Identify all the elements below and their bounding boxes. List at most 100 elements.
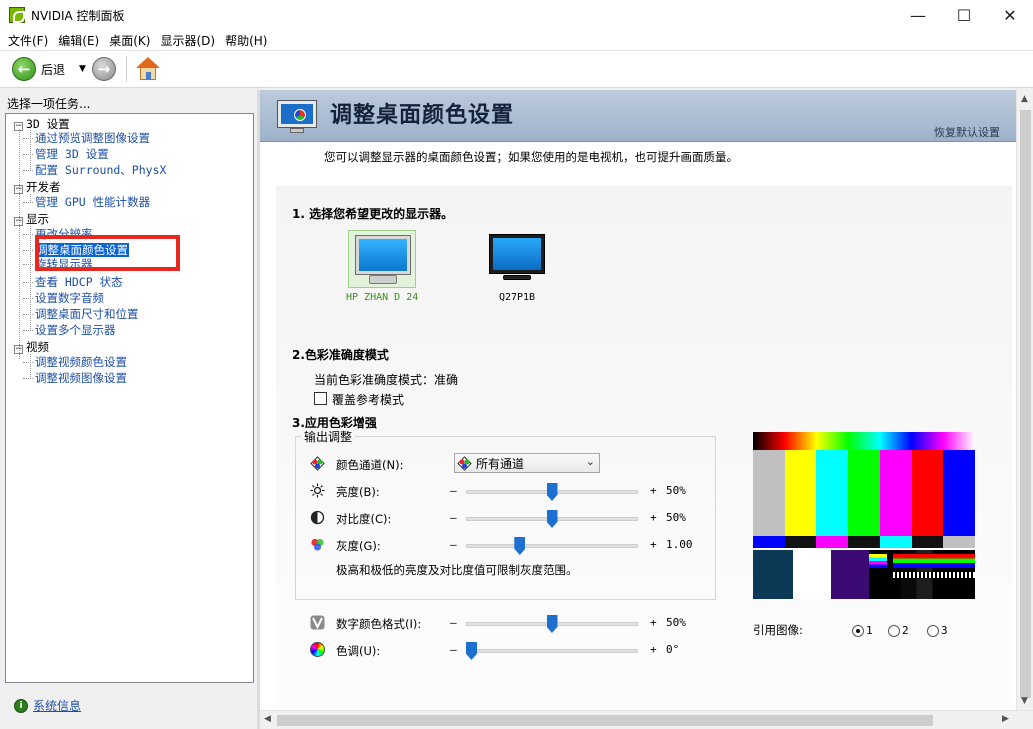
color-bar: [879, 450, 912, 536]
tree-item-desktop-size[interactable]: 调整桌面尺寸和位置: [23, 306, 139, 322]
back-arrow-icon[interactable]: ←: [12, 57, 36, 81]
color-channel-icon: [310, 456, 325, 471]
color-channel-value: 所有通道: [476, 456, 525, 471]
tree-item-surround-physx[interactable]: 配置 Surround、PhysX: [22, 162, 166, 178]
color-bar-mid: [879, 536, 912, 548]
tree-item-video-image[interactable]: 调整视频图像设置: [23, 370, 127, 386]
radio-selected-icon[interactable]: [852, 624, 864, 637]
color-bar: [911, 450, 944, 536]
contrast-icon: [310, 510, 325, 525]
color-bar-mid: [943, 536, 976, 548]
history-dropdown-icon[interactable]: ▼: [79, 64, 86, 74]
collapse-icon[interactable]: −: [14, 217, 23, 226]
scroll-up-icon[interactable]: ▲: [1021, 94, 1028, 104]
horizontal-scrollbar[interactable]: ◀ ▶: [260, 710, 1033, 729]
menu-edit[interactable]: 编辑(E): [53, 32, 104, 49]
desktop-color-monitor-icon: [272, 99, 320, 135]
tree-category-display[interactable]: − 显示: [14, 211, 49, 227]
display-q27p1b[interactable]: Q27P1B: [483, 230, 551, 303]
override-reference-label[interactable]: 覆盖参考模式: [332, 391, 404, 408]
pattern-mini-colors: [869, 554, 887, 568]
collapse-icon[interactable]: −: [14, 185, 23, 194]
main-panel: 调整桌面颜色设置 恢复默认设置 您可以调整显示器的桌面颜色设置；如果您使用的是电…: [260, 90, 1016, 710]
tree-item-digital-audio[interactable]: 设置数字音频: [23, 290, 104, 306]
ref-option-3[interactable]: 3: [927, 624, 948, 637]
all-channels-icon: [457, 455, 472, 471]
horizontal-scroll-thumb[interactable]: [277, 715, 933, 726]
slider-value: 50%: [666, 616, 686, 629]
accuracy-mode-text: 当前色彩准确度模式：准确: [314, 373, 459, 387]
tree-item-hdcp-status[interactable]: 查看 HDCP 状态: [23, 274, 123, 290]
tree-item-multi-display[interactable]: 设置多个显示器: [23, 322, 116, 338]
ref-option-1[interactable]: 1: [852, 624, 873, 637]
color-channel-label: 颜色通道(N):: [336, 458, 404, 472]
chevron-down-icon[interactable]: ⌄: [586, 455, 595, 468]
system-info[interactable]: i 系统信息: [14, 697, 81, 714]
color-bar-mid: [784, 536, 817, 548]
color-channel-select[interactable]: 所有通道 ⌄: [454, 453, 600, 473]
menu-help[interactable]: 帮助(H): [220, 32, 272, 49]
pattern-block-purple: [831, 550, 869, 599]
pattern-fine-lines: [893, 572, 975, 578]
slider-value: 1.00: [666, 538, 693, 551]
radio-icon[interactable]: [888, 624, 900, 637]
toolbar: ← 后退 ▼ →: [0, 50, 1033, 88]
page-description: 您可以调整显示器的桌面颜色设置；如果您使用的是电视机，也可提升画面质量。: [324, 150, 738, 164]
slider-thumb[interactable]: [546, 615, 558, 633]
toolbar-separator: [125, 56, 127, 82]
color-bar-mid: [816, 536, 849, 548]
collapse-icon[interactable]: −: [14, 345, 23, 354]
color-bar-mid: [848, 536, 881, 548]
forward-arrow-icon[interactable]: →: [91, 57, 116, 81]
slider-plus: +: [650, 643, 657, 656]
monitor-stand: [369, 275, 398, 284]
slider-plus: +: [650, 484, 657, 497]
vertical-scrollbar[interactable]: ▲ ▼: [1016, 90, 1033, 710]
scroll-right-icon[interactable]: ▶: [1002, 714, 1009, 724]
output-adjust-title: 输出调整: [301, 428, 356, 445]
tree-item-manage-3d[interactable]: 管理 3D 设置: [23, 146, 109, 162]
ref-option-2[interactable]: 2: [888, 624, 909, 637]
section-select-display: 1. 选择您希望更改的显示器。: [292, 207, 454, 221]
radio-icon[interactable]: [927, 624, 939, 637]
tree-item-preview-image[interactable]: 通过预览调整图像设置: [23, 130, 150, 146]
override-reference-checkbox[interactable]: [314, 392, 327, 405]
slider-track[interactable]: [466, 649, 638, 653]
red-highlight-annotation: [35, 235, 180, 271]
menu-desktop[interactable]: 桌面(K): [104, 32, 155, 49]
back-button-label[interactable]: 后退: [41, 61, 65, 78]
home-icon[interactable]: [135, 56, 161, 82]
minimize-button[interactable]: —: [895, 0, 941, 30]
tree-guide-line: [19, 129, 20, 359]
vertical-scroll-thumb[interactable]: [1020, 110, 1031, 698]
tree-category-video[interactable]: − 视频: [14, 339, 49, 355]
color-bar: [784, 450, 817, 536]
menu-file[interactable]: 文件(F): [3, 32, 53, 49]
tree-item-video-color[interactable]: 调整视频颜色设置: [23, 354, 127, 370]
slider-value: 50%: [666, 511, 686, 524]
title-bar: NVIDIA 控制面板 — ☐ ✕: [0, 0, 1033, 30]
tree-guide-line: [30, 194, 31, 201]
maximize-button[interactable]: ☐: [941, 0, 987, 30]
tree-guide-line: [30, 354, 31, 377]
slider-minus: –: [450, 484, 457, 497]
tree-item-gpu-counters[interactable]: 管理 GPU 性能计数器: [22, 194, 150, 210]
restore-defaults-link[interactable]: 恢复默认设置: [934, 124, 1000, 140]
collapse-icon[interactable]: −: [14, 122, 23, 131]
monitor-stand: [503, 275, 531, 280]
slider-minus: –: [450, 643, 457, 656]
scroll-down-icon[interactable]: ▼: [1021, 696, 1028, 706]
system-info-link[interactable]: 系统信息: [33, 697, 81, 714]
color-bar: [753, 450, 785, 536]
vibrance-icon: [310, 615, 325, 630]
slider-thumb[interactable]: [466, 642, 477, 660]
display-hp-zhan[interactable]: HP ZHAN D 24: [346, 230, 418, 303]
page-banner: 调整桌面颜色设置 恢复默认设置: [260, 90, 1016, 142]
reference-test-pattern: [753, 432, 976, 599]
tree-category-developer[interactable]: − 开发者: [14, 179, 61, 195]
close-button[interactable]: ✕: [987, 0, 1033, 30]
slider-track[interactable]: [466, 544, 638, 548]
scroll-left-icon[interactable]: ◀: [264, 714, 271, 724]
monitor-icon: [490, 235, 544, 273]
menu-display[interactable]: 显示器(D): [155, 32, 220, 49]
